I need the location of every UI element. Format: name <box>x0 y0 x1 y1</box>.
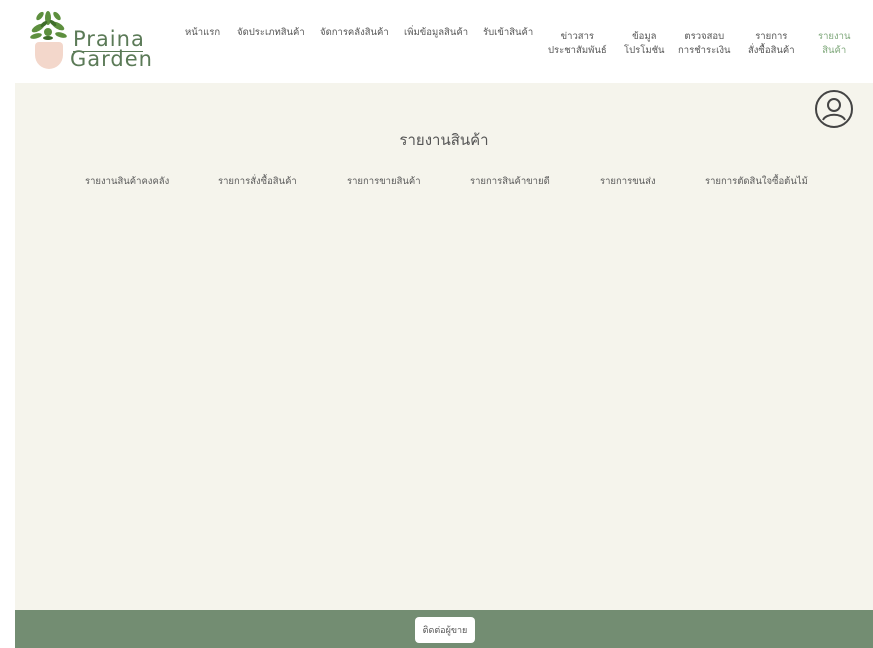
tab-purchase-orders[interactable]: รายการสั่งซื้อสินค้า <box>218 174 297 189</box>
nav-promotion[interactable]: ข้อมูล โปรโมชัน <box>624 30 665 58</box>
nav-home[interactable]: หน้าแรก <box>185 26 220 40</box>
nav-payment-check-line1: ตรวจสอบ <box>684 31 725 42</box>
nav-categories[interactable]: จัดประเภทสินค้า <box>237 26 305 40</box>
tab-sales[interactable]: รายการขายสินค้า <box>347 174 421 189</box>
tab-best-sellers[interactable]: รายการสินค้าขายดี <box>470 174 550 189</box>
nav-product-report-line1: รายงาน <box>818 31 851 42</box>
nav-orders[interactable]: รายการ สั่งซื้อสินค้า <box>748 30 795 58</box>
nav-product-report-line2: สินค้า <box>822 45 847 56</box>
nav-orders-line2: สั่งซื้อสินค้า <box>748 45 795 56</box>
tab-plant-purchase-decisions[interactable]: รายการตัดสินใจซื้อต้นไม้ <box>705 174 808 189</box>
header: Praina Garden หน้าแรก จัดประเภทสินค้า จั… <box>0 0 873 82</box>
tab-inventory-report[interactable]: รายงานสินค้าคงคลัง <box>85 174 169 189</box>
nav-payment-check[interactable]: ตรวจสอบ การชำระเงิน <box>678 30 731 58</box>
logo-text-line2: Garden <box>70 47 153 71</box>
nav-news-line1: ข่าวสาร <box>560 31 595 42</box>
nav-inventory[interactable]: จัดการคลังสินค้า <box>320 26 389 40</box>
nav-orders-line1: รายการ <box>755 31 788 42</box>
main-panel: รายงานสินค้า รายงานสินค้าคงคลัง รายการสั… <box>15 83 873 610</box>
nav-payment-check-line2: การชำระเงิน <box>678 45 731 56</box>
nav-promotion-line2: โปรโมชัน <box>624 45 665 56</box>
footer: ติดต่อผู้ขาย <box>15 610 873 648</box>
page-title: รายงานสินค้า <box>399 131 489 149</box>
nav-add-product[interactable]: เพิ่มข้อมูลสินค้า <box>404 26 468 40</box>
nav-receive-product[interactable]: รับเข้าสินค้า <box>483 26 533 40</box>
contact-seller-button[interactable]: ติดต่อผู้ขาย <box>415 617 475 643</box>
nav-news[interactable]: ข่าวสาร ประชาสัมพันธ์ <box>548 30 607 58</box>
logo[interactable]: Praina Garden <box>28 8 153 72</box>
plant-icon <box>30 11 67 40</box>
user-avatar-icon[interactable] <box>815 90 853 128</box>
nav-promotion-line1: ข้อมูล <box>632 31 657 42</box>
tab-shipping[interactable]: รายการขนส่ง <box>600 174 656 189</box>
nav-product-report[interactable]: รายงาน สินค้า <box>818 30 850 58</box>
nav-news-line2: ประชาสัมพันธ์ <box>548 45 607 56</box>
